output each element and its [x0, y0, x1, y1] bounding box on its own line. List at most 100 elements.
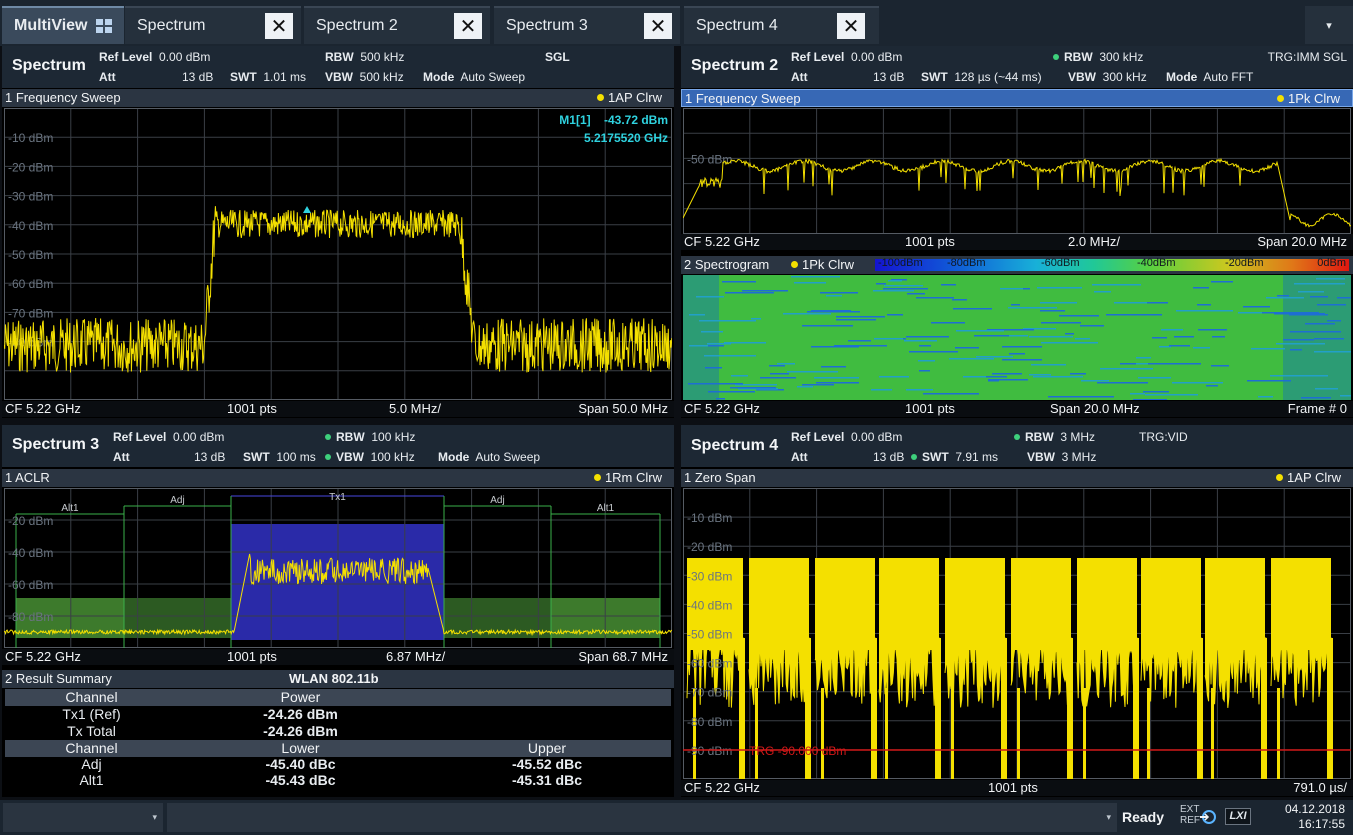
- spectrogram-streak: [701, 331, 723, 333]
- tab-spectrum-4[interactable]: Spectrum 4 ✕: [684, 6, 879, 44]
- tab-menu-button[interactable]: ▾: [1305, 6, 1353, 44]
- spectrogram-streak: [1340, 395, 1351, 397]
- spectrogram-streak: [730, 387, 776, 389]
- spectrogram-streak: [952, 299, 967, 301]
- spectrogram-streak: [688, 383, 743, 385]
- spectrogram-streak: [1002, 346, 1042, 348]
- diagram-title-bar[interactable]: 1 Zero Span 1AP Clrw: [681, 469, 1353, 487]
- spectrogram-streak: [794, 282, 826, 284]
- diagram-title-bar[interactable]: 1 Frequency Sweep 1Pk Clrw: [681, 89, 1353, 107]
- att-value: 13 dB: [873, 450, 905, 464]
- zero-span-plot[interactable]: -10 dBm -20 dBm -30 dBm -40 dBm -50 dBm -60 d…: [683, 488, 1351, 779]
- spectrogram-edge: [683, 275, 719, 400]
- spectrogram-streak: [931, 322, 965, 324]
- settings-header[interactable]: Spectrum 3 Ref Level 0.00 dBm Att 13 dB …: [2, 425, 674, 467]
- window-spectrum-2[interactable]: Spectrum 2 Ref Level 0.00 dBm Att 13 dB …: [681, 46, 1353, 418]
- spectrogram-streak: [1276, 343, 1325, 345]
- result-summary-title-bar[interactable]: 2 Result Summary WLAN 802.11b: [2, 670, 674, 688]
- spectrogram-streak: [949, 358, 994, 360]
- burst: [1141, 558, 1201, 650]
- close-icon[interactable]: ✕: [644, 13, 672, 39]
- span: Span 20.0 MHz: [1050, 401, 1140, 416]
- spectrogram-streak: [1070, 373, 1086, 375]
- trace-mode: 1Pk Clrw: [1287, 91, 1340, 106]
- swt-value: 7.91 ms: [955, 450, 999, 464]
- rbw-value: 3 MHz: [1060, 430, 1096, 444]
- spectrogram-streak: [1270, 375, 1328, 377]
- spectrogram-streak: [876, 283, 886, 285]
- tab-spectrum-2[interactable]: Spectrum 2 ✕: [304, 6, 490, 44]
- span: Span 68.7 MHz: [578, 649, 668, 664]
- trace-mode: 1AP Clrw: [1287, 470, 1341, 485]
- att-label: Att: [113, 450, 130, 464]
- left-dropdown[interactable]: ▾: [3, 803, 163, 832]
- spectrogram-streak: [689, 314, 705, 316]
- colorbar-label: -100dBm: [878, 257, 923, 269]
- y-axis-label: -30 dBm: [8, 190, 53, 204]
- tab-spectrum[interactable]: Spectrum ✕: [125, 6, 301, 44]
- spectrogram-streak: [1138, 377, 1171, 379]
- y-axis-label: -70 dBm: [8, 306, 53, 320]
- spectrogram-streak: [1106, 314, 1162, 316]
- spectrogram-streak: [874, 338, 903, 340]
- diagram-title-bar[interactable]: 1 ACLR 1Rm Clrw: [2, 469, 674, 487]
- spectrogram-streak: [1133, 399, 1167, 400]
- mode-label: Mode: [1166, 70, 1198, 84]
- aclr-plot[interactable]: Alt1 Adj Tx1 Adj Alt1 -20 dBm -40 dBm -60 dBm -8…: [4, 488, 672, 648]
- frequency-sweep-plot[interactable]: -10 dBm -20 dBm -30 dBm -40 dBm -50 dBm -60 d…: [4, 108, 672, 400]
- settings-header[interactable]: Spectrum Ref Level 0.00 dBm Att 13 dB SW…: [2, 46, 674, 88]
- window-title: Spectrum 4: [691, 437, 779, 454]
- tab-label: Spectrum 3: [506, 17, 588, 34]
- sgl-indicator: SGL: [545, 50, 570, 64]
- spectrogram-plot[interactable]: [683, 275, 1351, 400]
- header-cell: Channel: [65, 740, 118, 756]
- y-axis-label: -10 dBm: [687, 511, 732, 525]
- spectrogram-streak: [1152, 337, 1167, 339]
- colorbar-label: -80dBm: [947, 257, 986, 269]
- spectrogram-streak: [826, 295, 842, 297]
- tab-multiview[interactable]: MultiView: [2, 6, 124, 44]
- table-header: Channel Power: [5, 689, 671, 706]
- power-cell: -24.26 dBm: [263, 706, 338, 722]
- close-icon[interactable]: ✕: [265, 13, 293, 39]
- trace-mode: 1Rm Clrw: [604, 470, 662, 485]
- message-dropdown[interactable]: ▾: [167, 803, 1117, 832]
- tab-label: Spectrum 2: [316, 17, 398, 34]
- spectrogram-streak: [787, 371, 838, 373]
- tab-spectrum-3[interactable]: Spectrum 3 ✕: [494, 6, 680, 44]
- spectrogram-streak: [751, 318, 761, 320]
- frequency-sweep-plot[interactable]: -50 dBm: [683, 108, 1351, 234]
- y-axis-label: -40 dBm: [687, 598, 732, 612]
- mode-value: Auto Sweep: [475, 450, 541, 464]
- trace-mode: 1AP Clrw: [608, 90, 662, 105]
- spectrogram-streak: [1008, 307, 1057, 309]
- table-row: Alt1 -45.43 dBc -45.31 dBc: [5, 773, 671, 789]
- spectrogram-streak: [1247, 380, 1291, 382]
- spectrogram-streak: [887, 314, 903, 316]
- settings-header[interactable]: Spectrum 4 Ref Level 0.00 dBm Att 13 dB …: [681, 425, 1353, 467]
- division: 6.87 MHz/: [386, 649, 446, 664]
- spectrogram-streak: [1040, 310, 1065, 312]
- trigger-status: TRG:IMM SGL: [1267, 50, 1347, 64]
- table-row: Tx Total -24.26 dBm: [5, 723, 671, 740]
- spectrogram-streak: [814, 377, 859, 379]
- settings-header[interactable]: Spectrum 2 Ref Level 0.00 dBm Att 13 dB …: [681, 46, 1353, 88]
- spectrogram-streak: [1040, 302, 1077, 304]
- att-value: 13 dB: [873, 70, 905, 84]
- span: Span 20.0 MHz: [1257, 234, 1347, 249]
- spectrogram-streak: [963, 376, 986, 378]
- spectrogram-title-bar[interactable]: 2 Spectrogram 1Pk Clrw -100dBm -80dBm -6…: [681, 256, 1353, 274]
- spectrogram-streak: [742, 290, 788, 292]
- y-axis-label: -60 dBm: [687, 657, 732, 671]
- y-axis-label: -80 dBm: [8, 610, 53, 624]
- diagram-title-bar[interactable]: 1 Frequency Sweep 1AP Clrw: [2, 89, 674, 107]
- ref-level-label: Ref Level: [791, 430, 845, 444]
- diagram-footer: CF 5.22 GHz 1001 pts 2.0 MHz/ Span 20.0 …: [681, 234, 1353, 250]
- close-icon[interactable]: ✕: [454, 13, 482, 39]
- y-axis-label: -50 dBm: [8, 248, 53, 262]
- spectrogram-streak: [1258, 396, 1273, 398]
- window-spectrum-4[interactable]: Spectrum 4 Ref Level 0.00 dBm Att 13 dB …: [681, 425, 1353, 797]
- spectrogram-streak: [716, 398, 725, 400]
- close-icon[interactable]: ✕: [837, 13, 865, 39]
- window-spectrum[interactable]: Spectrum Ref Level 0.00 dBm Att 13 dB SW…: [2, 46, 674, 418]
